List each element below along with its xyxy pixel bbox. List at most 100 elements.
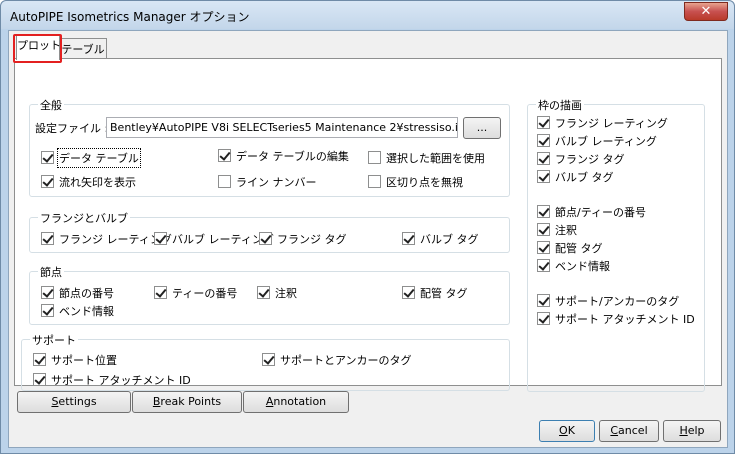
frame-checkbox-annotation-box[interactable]	[537, 223, 550, 236]
checkbox-valve-tag-box[interactable]	[402, 232, 415, 245]
settings-file-field[interactable]: Bentley¥AutoPIPE V8i SELECTseries5 Maint…	[106, 117, 458, 138]
title-bar[interactable]: AutoPIPE Isometrics Manager オプション ✕	[1, 1, 734, 29]
help-button[interactable]: Help	[663, 420, 721, 442]
checkbox-tee-number-label: ティーの番号	[172, 286, 238, 300]
nodes-group: 節点 節点の番号 ティーの番号 注釈 配管 タグ ベンド情報	[29, 264, 510, 325]
checkbox-ignore-break-points[interactable]: 区切り点を無視	[368, 174, 463, 189]
checkbox-data-table-box[interactable]	[41, 151, 54, 164]
checkbox-flange-rating[interactable]: フランジ レーティング	[41, 231, 172, 246]
checkbox-bend-info[interactable]: ベンド情報	[41, 303, 114, 318]
checkbox-use-selected-range-box[interactable]	[368, 151, 381, 164]
checkbox-support-location-box[interactable]	[33, 353, 46, 366]
frame-checkbox-valve-rating-box[interactable]	[537, 134, 550, 147]
dialog-window: AutoPIPE Isometrics Manager オプション ✕ プロット…	[0, 0, 735, 454]
frame-checkbox-support-anchor-tag-label: サポート/アンカーのタグ	[555, 294, 680, 308]
checkbox-pipe-tag-box[interactable]	[402, 286, 415, 299]
checkbox-pipe-tag-label: 配管 タグ	[420, 286, 468, 300]
plot-tab-panel: 全般 設定ファイル : Bentley¥AutoPIPE V8i SELECTs…	[14, 58, 722, 392]
help-button-label: elp	[687, 424, 705, 437]
checkbox-annotation-label: 注釈	[275, 286, 297, 300]
checkbox-valve-tag[interactable]: バルブ タグ	[402, 231, 479, 246]
checkbox-flange-tag-box[interactable]	[259, 232, 272, 245]
frame-drawing-group-label: 枠の描画	[536, 97, 584, 113]
checkbox-data-table-label: データ テーブル	[57, 147, 141, 168]
frame-checkbox-support-attachment-id-label: サポート アタッチメント ID	[555, 312, 695, 326]
frame-checkbox-flange-tag[interactable]: フランジ タグ	[537, 151, 625, 166]
checkbox-edit-data-table[interactable]: データ テーブルの編集	[218, 148, 349, 163]
checkbox-line-number-label: ライン ナンバー	[236, 175, 317, 189]
ok-button-accel: O	[559, 424, 568, 437]
settings-button-label: ettings	[58, 395, 97, 408]
frame-checkbox-support-anchor-tag-box[interactable]	[537, 294, 550, 307]
checkbox-tee-number[interactable]: ティーの番号	[154, 285, 237, 300]
checkbox-data-table[interactable]: データ テーブル	[41, 147, 141, 168]
frame-checkbox-flange-tag-label: フランジ タグ	[555, 152, 625, 166]
break-points-button[interactable]: Break Points	[132, 391, 242, 413]
frame-checkbox-flange-rating-box[interactable]	[537, 116, 550, 129]
close-icon: ✕	[700, 4, 712, 19]
frame-checkbox-pipe-tag-box[interactable]	[537, 241, 550, 254]
checkbox-support-anchor-tag[interactable]: サポートとアンカーのタグ	[262, 352, 412, 367]
checkbox-node-number[interactable]: 節点の番号	[41, 285, 114, 300]
settings-file-label: 設定ファイル :	[35, 122, 109, 135]
frame-checkbox-valve-tag[interactable]: バルブ タグ	[537, 169, 614, 184]
checkbox-flange-tag-label: フランジ タグ	[277, 232, 347, 246]
settings-button[interactable]: Settings	[17, 391, 131, 413]
annotation-button-label: nnotation	[273, 395, 327, 408]
checkbox-line-number[interactable]: ライン ナンバー	[218, 174, 317, 189]
checkbox-show-flow-arrow[interactable]: 流れ矢印を表示	[41, 174, 136, 189]
checkbox-node-number-label: 節点の番号	[59, 286, 114, 300]
checkbox-use-selected-range[interactable]: 選択した範囲を使用	[368, 150, 485, 165]
checkbox-show-flow-arrow-box[interactable]	[41, 175, 54, 188]
checkbox-support-attachment-id-box[interactable]	[33, 373, 46, 386]
support-group-label: サポート	[30, 332, 78, 348]
checkbox-flange-rating-box[interactable]	[41, 232, 54, 245]
tab-plot[interactable]: プロット	[16, 34, 61, 60]
checkbox-use-selected-range-label: 選択した範囲を使用	[386, 151, 485, 165]
close-button[interactable]: ✕	[684, 2, 728, 21]
checkbox-tee-number-box[interactable]	[154, 286, 167, 299]
checkbox-line-number-box[interactable]	[218, 175, 231, 188]
checkbox-support-attachment-id[interactable]: サポート アタッチメント ID	[33, 372, 191, 387]
frame-checkbox-valve-tag-box[interactable]	[537, 170, 550, 183]
frame-checkbox-valve-rating[interactable]: バルブ レーティング	[537, 133, 657, 148]
help-button-accel: H	[679, 424, 688, 437]
frame-checkbox-pipe-tag-label: 配管 タグ	[555, 241, 603, 255]
frame-checkbox-pipe-tag[interactable]: 配管 タグ	[537, 240, 603, 255]
browse-button-label: ...	[476, 121, 488, 134]
browse-button[interactable]: ...	[463, 117, 501, 139]
checkbox-valve-tag-label: バルブ タグ	[420, 232, 479, 246]
frame-checkbox-annotation-label: 注釈	[555, 223, 577, 237]
checkbox-pipe-tag[interactable]: 配管 タグ	[402, 285, 468, 300]
frame-checkbox-node-tee-number[interactable]: 節点/ティーの番号	[537, 204, 646, 219]
checkbox-ignore-break-points-box[interactable]	[368, 175, 381, 188]
checkbox-edit-data-table-box[interactable]	[218, 149, 231, 162]
checkbox-show-flow-arrow-label: 流れ矢印を表示	[59, 175, 136, 189]
cancel-button[interactable]: Cancel	[599, 420, 659, 442]
checkbox-bend-info-label: ベンド情報	[59, 304, 114, 318]
ok-button[interactable]: OK	[539, 420, 595, 442]
frame-checkbox-flange-tag-box[interactable]	[537, 152, 550, 165]
checkbox-support-location[interactable]: サポート位置	[33, 352, 117, 367]
checkbox-node-number-box[interactable]	[41, 286, 54, 299]
checkbox-flange-tag[interactable]: フランジ タグ	[259, 231, 347, 246]
frame-checkbox-flange-rating[interactable]: フランジ レーティング	[537, 115, 668, 130]
annotation-button[interactable]: Annotation	[243, 391, 349, 413]
general-group-label: 全般	[38, 97, 64, 113]
checkbox-valve-rating[interactable]: バルブ レーティング	[154, 231, 274, 246]
window-title: AutoPIPE Isometrics Manager オプション	[10, 10, 250, 24]
frame-checkbox-annotation[interactable]: 注釈	[537, 222, 577, 237]
frame-checkbox-bend-info[interactable]: ベンド情報	[537, 258, 610, 273]
frame-checkbox-node-tee-number-box[interactable]	[537, 205, 550, 218]
tab-table-label: テーブル	[61, 43, 105, 56]
frame-checkbox-support-attachment-id[interactable]: サポート アタッチメント ID	[537, 311, 695, 326]
checkbox-valve-rating-box[interactable]	[154, 232, 167, 245]
checkbox-annotation-box[interactable]	[257, 286, 270, 299]
frame-checkbox-support-attachment-id-box[interactable]	[537, 312, 550, 325]
checkbox-annotation[interactable]: 注釈	[257, 285, 297, 300]
frame-checkbox-bend-info-box[interactable]	[537, 259, 550, 272]
checkbox-bend-info-box[interactable]	[41, 304, 54, 317]
frame-checkbox-support-anchor-tag[interactable]: サポート/アンカーのタグ	[537, 293, 679, 308]
checkbox-support-anchor-tag-box[interactable]	[262, 353, 275, 366]
nodes-group-label: 節点	[38, 264, 64, 280]
